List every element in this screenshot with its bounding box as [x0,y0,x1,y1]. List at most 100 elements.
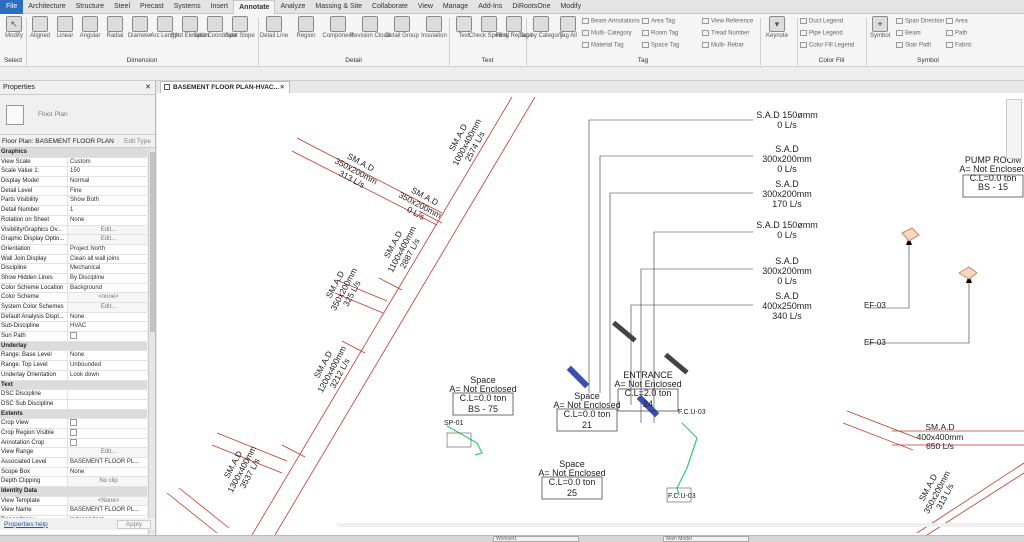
tab-massing-site[interactable]: Massing & Site [310,0,367,14]
tab-structure[interactable]: Structure [71,0,109,14]
pipe-legend-tool[interactable]: Pipe Legend [800,30,843,37]
property-category[interactable]: Graphics [0,148,147,158]
duct-tag[interactable]: S.A.D 300x200mm 0 L/s [742,256,832,286]
path-tool[interactable]: Path [946,30,967,37]
duct-size-label[interactable]: SM.A.D 400x400mm 650 L/s [905,422,975,452]
room-tag-pump-room[interactable]: PUMP ROOM A= Not Enclosed C.L=0.0 ton BS - … [953,156,1024,192]
properties-help-link[interactable]: Properties help [4,521,48,528]
material-tag-tool[interactable]: Material Tag [582,42,624,49]
navigation-bar[interactable] [1006,99,1022,159]
select-group-label[interactable]: Select [0,57,26,67]
tread-number-tool[interactable]: Tread Number [702,30,749,37]
property-edit-button[interactable]: Edit... [68,225,147,235]
multi-rebar-tool[interactable]: Multi- Rebar [702,42,744,49]
keynote-button[interactable]: ▾ Keynote [763,16,791,40]
tab-add-ins[interactable]: Add-Ins [473,0,507,14]
edit-type-button[interactable]: Edit Type [124,138,151,145]
text-group-label[interactable]: Text [449,57,526,67]
angular-button[interactable]: Angular [76,16,104,40]
property-checkbox[interactable] [68,419,147,428]
property-category[interactable]: Underlay [0,341,147,352]
radial-button[interactable]: Radial [101,16,129,40]
duct-tag[interactable]: S.A.D 400x250mm 340 L/s [742,291,832,321]
equipment-tag[interactable]: F.C.U-03 [678,409,706,416]
detail-group-button[interactable]: Detail Group [385,16,419,40]
equipment-tag[interactable]: EF-03 [864,339,886,347]
space-tag[interactable]: Space A= Not Enclosed C.L=0.0 ton BS - 75 [443,376,523,414]
tab-modify[interactable]: Modify [555,0,586,14]
instance-row[interactable]: Floor Plan: BASEMENT FLOOR PLAN Edit Typ… [0,135,155,148]
tab-architecture[interactable]: Architecture [23,0,70,14]
model-selector[interactable]: Main Model [663,536,749,542]
tag-group-label[interactable]: Tag [526,57,760,67]
properties-scrollbar[interactable] [148,148,155,534]
equipment-tag[interactable]: EF-03 [864,302,886,310]
tab-collaborate[interactable]: Collaborate [367,0,413,14]
property-edit-button[interactable]: Edit... [68,235,147,244]
symbol-button[interactable]: ⌖ Symbol [866,16,894,40]
tab-systems[interactable]: Systems [169,0,206,14]
duct-tag[interactable]: S.A.D 150ømm 0 L/s [742,220,832,240]
duct-legend-tool[interactable]: Duct Legend [800,18,843,25]
space-tag[interactable]: Space A= Not Enclosed C.L=0.0 ton 25 [532,460,612,498]
space-tag-tool[interactable]: Space Tag [642,42,679,49]
tab-manage[interactable]: Manage [438,0,473,14]
revision-cloud-button[interactable]: Revision Cloud [350,16,390,40]
component-button[interactable]: Component [322,16,354,40]
property-category[interactable]: Extents [0,409,147,420]
property-checkbox[interactable] [68,439,147,448]
tab-analyze[interactable]: Analyze [275,0,310,14]
span-direction-tool[interactable]: Span Direction [896,18,944,25]
drawing-canvas[interactable]: S.A.D 150ømm 0 L/s S.A.D 300x200mm 0 L/s S.A.… [157,93,1024,535]
detail-line-button[interactable]: Detail Line [260,16,288,40]
duct-tag[interactable]: S.A.D 300x200mm 0 L/s [742,144,832,174]
property-checkbox[interactable] [68,429,147,438]
close-view-icon[interactable]: ✕ [280,82,285,93]
duct-tag[interactable]: S.A.D 300x200mm 170 L/s [742,179,832,209]
area-tool[interactable]: Area [946,18,968,25]
beam-tool[interactable]: Beam [896,30,921,37]
property-row: System Color Schemes Edit... [0,303,147,313]
tab-precast[interactable]: Precast [135,0,169,14]
tab-view[interactable]: View [413,0,438,14]
fabric-tool[interactable]: Fabric [946,42,972,49]
stair-path-tool[interactable]: Stair Path [896,42,931,49]
tab-dirootsone[interactable]: DiRootsOne [507,0,555,14]
duct-tag[interactable]: S.A.D 150ømm 0 L/s [742,110,832,130]
tag-all-button[interactable]: Tag All [554,16,582,40]
type-selector[interactable]: Floor Plan [0,95,155,135]
equipment-tag[interactable]: SP-01 [444,420,463,427]
space-tag[interactable]: ENTRANCE A= Not Enclosed C.L=2.0 ton 24 [608,371,688,409]
tab-insert[interactable]: Insert [206,0,234,14]
tag-by-category-button[interactable]: Tag by Category [519,16,563,40]
property-edit-button[interactable]: No clip [68,477,147,487]
multi-category-tool[interactable]: Multi- Category [582,30,632,37]
apply-button[interactable]: Apply [116,519,151,529]
region-button[interactable]: Region [292,16,320,40]
insulation-button[interactable]: Insulation [420,16,448,40]
property-checkbox[interactable] [68,332,147,341]
dimension-group-label[interactable]: Dimension [26,57,258,67]
room-tag-tool[interactable]: Room Tag [642,30,678,37]
property-edit-button[interactable]: <None> [68,496,147,506]
equipment-tag[interactable]: F.C.U-03 [668,493,696,500]
tab-steel[interactable]: Steel [109,0,135,14]
color-fill-legend-tool[interactable]: Color Fill Legend [800,42,854,49]
property-category[interactable]: Text [0,380,147,391]
property-edit-button[interactable]: Edit... [68,448,147,457]
property-edit-button[interactable]: Edit... [68,303,147,312]
view-reference-tool[interactable]: View Reference [702,18,753,25]
view-tab[interactable]: BASEMENT FLOOR PLAN-HVAC... ✕ [160,81,290,93]
aligned-button[interactable]: Aligned [26,16,54,40]
property-category[interactable]: Identity Data [0,487,147,497]
spot-slope-button[interactable]: Spot Slope [225,16,255,40]
property-edit-button[interactable]: <none> [68,293,147,302]
workset-selector[interactable]: Workset1 [493,536,579,542]
modify-button[interactable]: ↖ Modify [0,16,28,40]
close-icon[interactable]: ✕ [145,81,151,94]
linear-button[interactable]: Linear [51,16,79,40]
tab-annotate[interactable]: Annotate [233,0,276,14]
beam-annotations-tool[interactable]: Beam Annotations [582,18,640,25]
tab-file[interactable]: File [0,0,24,14]
area-tag-tool[interactable]: Area Tag [642,18,675,25]
